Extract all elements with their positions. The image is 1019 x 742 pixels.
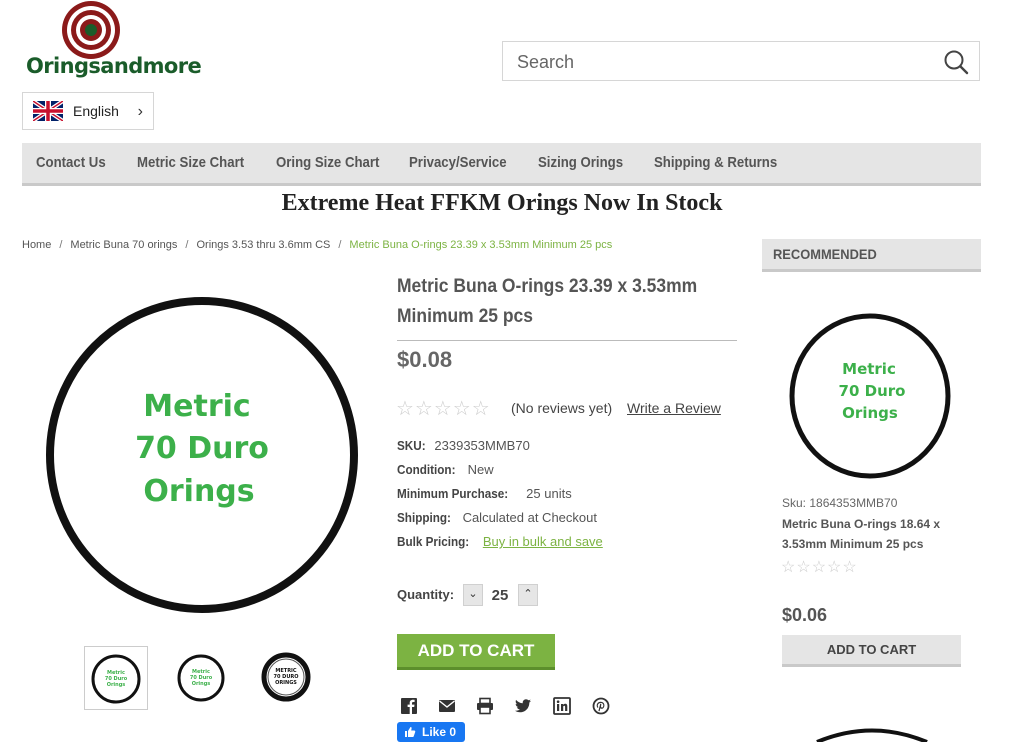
recommended-rating-stars: ☆☆☆☆☆ — [781, 559, 858, 576]
recommended-sku: Sku: 1864353MMB70 — [782, 496, 898, 510]
twitter-icon[interactable] — [514, 697, 532, 715]
next-recommended-image — [816, 728, 928, 742]
thumbnail-1[interactable]: Metric 70 Duro Orings — [84, 646, 148, 710]
nav-sizing-orings[interactable]: Sizing Orings — [538, 154, 623, 171]
spec-shipping: Shipping: Calculated at Checkout — [397, 510, 597, 525]
thumbnail-1-image: Metric 70 Duro Orings — [91, 654, 141, 704]
rating-stars: ☆☆☆☆☆ — [396, 398, 491, 420]
facebook-icon[interactable] — [400, 697, 418, 715]
facebook-like-button[interactable]: Like 0 — [397, 722, 465, 742]
product-price: $0.08 — [397, 347, 453, 372]
site-logo[interactable]: Oringsandmore — [22, 0, 222, 84]
main-nav: Contact Us Metric Size Chart Oring Size … — [22, 143, 981, 186]
recommended-heading-text: RECOMMENDED — [773, 246, 877, 262]
email-icon[interactable] — [438, 697, 456, 715]
search-box — [502, 41, 980, 82]
uk-flag-icon — [33, 101, 63, 121]
spec-condition: Condition: New — [397, 462, 494, 477]
recommended-add-to-cart-button[interactable]: ADD TO CART — [782, 635, 961, 667]
recommended-product-name[interactable]: Metric Buna O-rings 18.64 x 3.53mm Minim… — [782, 514, 952, 554]
linkedin-icon[interactable] — [553, 697, 571, 715]
product-title: Metric Buna O-rings 23.39 x 3.53mm Minim… — [397, 272, 710, 332]
review-count: (No reviews yet) — [511, 400, 613, 416]
quantity-increase-button[interactable]: ⌃ — [518, 584, 538, 606]
facebook-like-label: Like 0 — [422, 725, 457, 739]
recommended-image-text-2: 70 Duro — [839, 382, 906, 400]
spec-minimum-purchase: Minimum Purchase: 25 units — [397, 486, 572, 501]
spec-sku: SKU: 2339353MMB70 — [397, 438, 530, 453]
thumbnail-2[interactable]: Metric 70 Duro Orings — [170, 646, 234, 710]
breadcrumb: Home / Metric Buna 70 orings / Orings 3.53 t… — [22, 239, 613, 251]
add-to-cart-button[interactable]: ADD TO CART — [397, 634, 555, 670]
recommended-image-text-1: Metric — [842, 360, 896, 378]
language-selector[interactable]: English › — [22, 92, 154, 130]
breadcrumb-home[interactable]: Home — [22, 239, 51, 251]
chevron-right-icon: › — [137, 103, 143, 120]
recommended-image-text-3: Orings — [842, 404, 898, 422]
pinterest-icon[interactable] — [592, 697, 610, 715]
bulk-pricing-link[interactable]: Buy in bulk and save — [483, 534, 603, 549]
print-icon[interactable] — [476, 697, 494, 715]
logo-text: Oringsandmore — [26, 54, 202, 78]
promo-banner[interactable]: Extreme Heat FFKM Orings Now In Stock — [0, 190, 1004, 217]
write-review-link[interactable]: Write a Review — [627, 400, 721, 416]
thumbnail-2-image: Metric 70 Duro Orings — [177, 654, 225, 702]
search-input[interactable] — [503, 42, 939, 82]
svg-text:Orings: Orings — [192, 681, 211, 687]
thumbnail-3[interactable]: METRIC 70 DURO ORINGS — [255, 646, 319, 710]
product-title-line-2: Minimum 25 pcs — [397, 306, 534, 327]
nav-metric-size-chart[interactable]: Metric Size Chart — [137, 154, 244, 171]
breadcrumb-orings-cs[interactable]: Orings 3.53 thru 3.6mm CS — [196, 239, 330, 251]
thumbnail-3-image: METRIC 70 DURO ORINGS — [261, 652, 311, 702]
divider — [397, 340, 737, 341]
product-image[interactable]: Metric 70 Duro Orings — [46, 296, 358, 614]
quantity-label: Quantity: — [397, 587, 455, 602]
recommended-heading: RECOMMENDED — [762, 239, 981, 272]
language-label: English — [73, 103, 119, 119]
svg-text:ORINGS: ORINGS — [275, 680, 297, 686]
nav-privacy-service[interactable]: Privacy/Service — [409, 154, 507, 171]
recommended-price: $0.06 — [782, 605, 828, 625]
nav-shipping-returns[interactable]: Shipping & Returns — [654, 154, 777, 171]
thumbs-up-icon — [405, 727, 416, 737]
svg-text:Orings: Orings — [107, 682, 126, 688]
nav-contact-us[interactable]: Contact Us — [36, 154, 106, 171]
product-title-line-1: Metric Buna O-rings 23.39 x 3.53mm — [397, 276, 698, 297]
recommended-product-image[interactable]: Metric 70 Duro Orings — [788, 310, 954, 480]
nav-oring-size-chart[interactable]: Oring Size Chart — [276, 154, 379, 171]
breadcrumb-current: Metric Buna O-rings 23.39 x 3.53mm Minim… — [349, 239, 613, 251]
spec-bulk-pricing: Bulk Pricing: Buy in bulk and save — [397, 534, 603, 549]
quantity-input[interactable]: 25 — [483, 587, 517, 604]
breadcrumb-metric-buna[interactable]: Metric Buna 70 orings — [70, 239, 177, 251]
product-image-text-3: Orings — [143, 474, 254, 509]
product-image-text-1: Metric — [143, 389, 250, 424]
search-icon[interactable] — [943, 49, 969, 75]
product-image-text-2: 70 Duro — [135, 431, 269, 466]
quantity-decrease-button[interactable]: ⌄ — [463, 584, 483, 606]
